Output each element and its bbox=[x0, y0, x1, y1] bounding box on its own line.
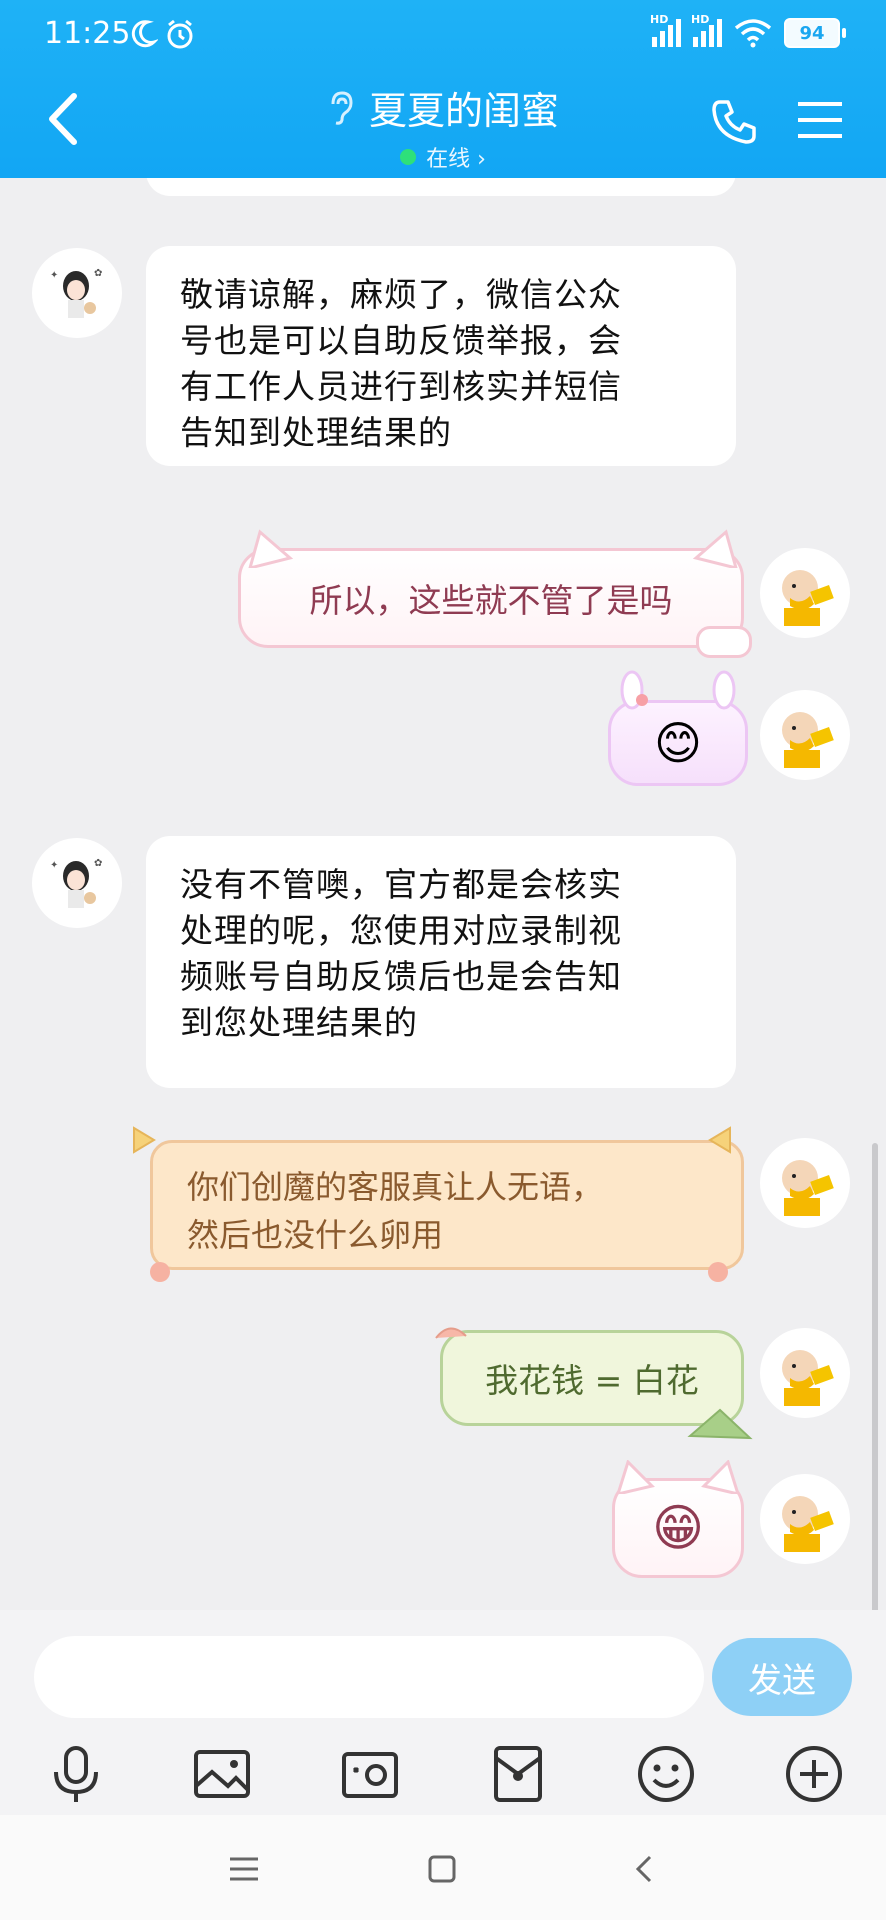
svg-text:✦: ✦ bbox=[50, 860, 58, 871]
monk-avatar-icon bbox=[782, 570, 834, 626]
image-icon[interactable] bbox=[190, 1742, 254, 1806]
battery-indicator: 94 bbox=[784, 18, 846, 48]
microphone-icon[interactable] bbox=[44, 1742, 108, 1806]
online-status-text: 在线 › bbox=[426, 147, 486, 172]
my-avatar[interactable] bbox=[760, 1474, 850, 1564]
camera-icon[interactable] bbox=[338, 1742, 402, 1806]
my-avatar[interactable] bbox=[760, 548, 850, 638]
status-right-icons: HD HD 94 bbox=[650, 13, 846, 48]
signal-icon-2: HD bbox=[691, 13, 722, 47]
emoji-icon[interactable] bbox=[634, 1742, 698, 1806]
message-bubble-received[interactable]: 敬请谅解，麻烦了，微信公众 号也是可以自助反馈举报，会 有工作人员进行到核实并短… bbox=[146, 246, 736, 466]
message-bubble-received[interactable]: 没有不管噢，官方都是会核实 处理的呢，您使用对应录制视 频账号自助反馈后也是会告… bbox=[146, 836, 736, 1088]
chat-scrollbar[interactable] bbox=[872, 1143, 878, 1610]
grin-emoji-icon: 😁 bbox=[651, 1499, 705, 1557]
bunny-ear-decoration bbox=[620, 670, 736, 710]
system-nav-bar bbox=[0, 1815, 886, 1920]
status-left-icons bbox=[128, 18, 196, 50]
send-button[interactable]: 发送 bbox=[712, 1638, 852, 1716]
girl-avatar-icon: ✦ ✿ bbox=[50, 268, 102, 318]
monk-avatar-icon bbox=[782, 1160, 834, 1216]
bow-decoration bbox=[133, 1126, 731, 1282]
back-nav-icon[interactable] bbox=[626, 1851, 666, 1887]
my-avatar[interactable] bbox=[760, 690, 850, 780]
cat-ear-decoration bbox=[248, 529, 738, 568]
home-nav-icon[interactable] bbox=[422, 1851, 462, 1887]
signal-icon: HD bbox=[650, 13, 681, 47]
plus-icon[interactable] bbox=[782, 1742, 846, 1806]
message-input[interactable] bbox=[34, 1636, 704, 1718]
svg-text:✿: ✿ bbox=[94, 858, 102, 869]
girl-avatar-icon: ✦ ✿ bbox=[50, 858, 102, 908]
status-time: 11:25 bbox=[44, 16, 131, 51]
sticker-bubble-sent[interactable]: 😊 bbox=[608, 700, 748, 786]
alarm-icon bbox=[167, 19, 193, 49]
cat-ear-decoration bbox=[616, 1460, 740, 1494]
chat-menu-icon[interactable] bbox=[796, 98, 844, 142]
monk-avatar-icon bbox=[782, 712, 834, 768]
dino-decoration bbox=[435, 1327, 753, 1440]
wifi-icon bbox=[734, 19, 772, 48]
ear-icon bbox=[331, 90, 353, 125]
previous-message-fragment bbox=[146, 178, 736, 196]
my-avatar[interactable] bbox=[760, 1328, 850, 1418]
cat-paw-decoration bbox=[696, 626, 752, 658]
friend-avatar[interactable]: ✦ ✿ bbox=[32, 248, 122, 338]
chat-header: 11:25 HD HD 94 夏夏的闺蜜 在线 › bbox=[0, 0, 886, 178]
smile-emoji-icon: 😊 bbox=[654, 716, 702, 770]
online-status-dot bbox=[400, 149, 417, 165]
svg-text:✿: ✿ bbox=[94, 268, 102, 279]
monk-avatar-icon bbox=[782, 1350, 834, 1406]
my-avatar[interactable] bbox=[760, 1138, 850, 1228]
input-bar: 发送 bbox=[0, 1610, 886, 1815]
svg-text:✦: ✦ bbox=[50, 270, 58, 281]
input-toolbar bbox=[0, 1742, 886, 1812]
status-bar: 11:25 HD HD 94 bbox=[0, 0, 886, 70]
red-packet-icon[interactable] bbox=[486, 1742, 550, 1806]
phone-call-icon[interactable] bbox=[710, 96, 760, 146]
moon-icon bbox=[131, 20, 158, 48]
chat-title: 夏夏的闺蜜 bbox=[368, 89, 559, 133]
message-text: 所以，这些就不管了是吗 bbox=[309, 581, 673, 620]
chat-message-list[interactable]: ✦ ✿ 敬请谅解，麻烦了，微信公众 号也是可以自助反馈举报，会 有工作人员进行到… bbox=[0, 178, 886, 1610]
monk-avatar-icon bbox=[782, 1496, 834, 1552]
friend-avatar[interactable]: ✦ ✿ bbox=[32, 838, 122, 928]
menu-nav-icon[interactable] bbox=[224, 1851, 264, 1887]
